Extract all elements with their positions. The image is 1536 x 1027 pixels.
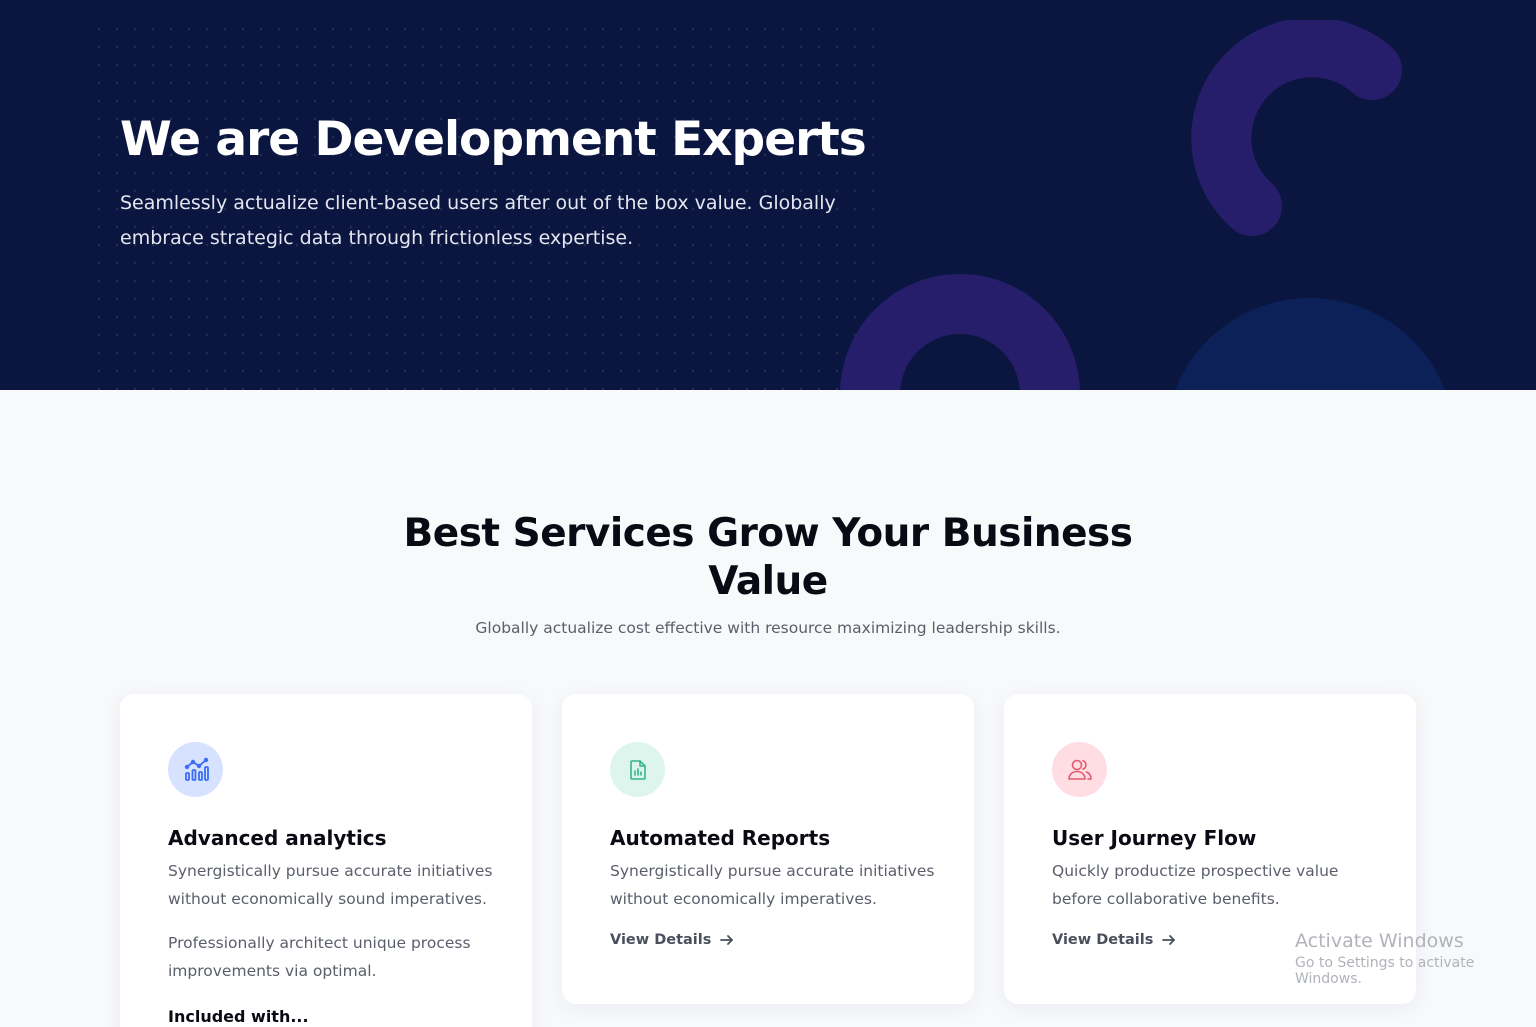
report-document-icon [610,742,665,797]
arrow-right-icon [720,935,734,945]
service-card-reports: Automated Reports Synergistically pursue… [562,694,974,1004]
card-title: Advanced analytics [168,826,387,850]
view-details-link[interactable]: View Details [1052,932,1177,948]
services-subtitle: Globally actualize cost effective with r… [475,619,1061,637]
card-description-extra: Professionally architect unique process … [168,934,471,980]
hero-title: We are Development Experts [120,112,867,167]
half-circle-decoration [1175,298,1445,390]
ring-shape-decoration [840,274,1080,390]
hero-subtitle: Seamlessly actualize client-based users … [120,192,836,249]
arc-shape-decoration [1191,20,1402,236]
windows-activation-watermark: Activate Windows Go to Settings to activ… [1295,930,1536,987]
service-card-analytics: Advanced analytics Synergistically pursu… [120,694,532,1027]
card-subheading: Included with... [168,1007,309,1026]
view-details-label: View Details [1052,932,1154,948]
card-description: Quickly productize prospective value bef… [1052,862,1339,908]
services-title: Best Services Grow Your Business Value [403,511,1133,604]
watermark-title: Activate Windows [1295,930,1464,952]
arrow-right-icon [1162,935,1176,945]
card-description: Synergistically pursue accurate initiati… [610,862,935,908]
users-icon [1052,742,1107,797]
hero-section: We are Development Experts Seamlessly ac… [0,0,1536,390]
card-title: Automated Reports [610,826,831,850]
view-details-label: View Details [610,932,712,948]
card-title: User Journey Flow [1052,826,1257,850]
view-details-link[interactable]: View Details [610,932,735,948]
analytics-chart-icon [168,742,223,797]
watermark-subtitle: Go to Settings to activate Windows. [1295,955,1475,987]
card-description: Synergistically pursue accurate initiati… [168,862,493,908]
